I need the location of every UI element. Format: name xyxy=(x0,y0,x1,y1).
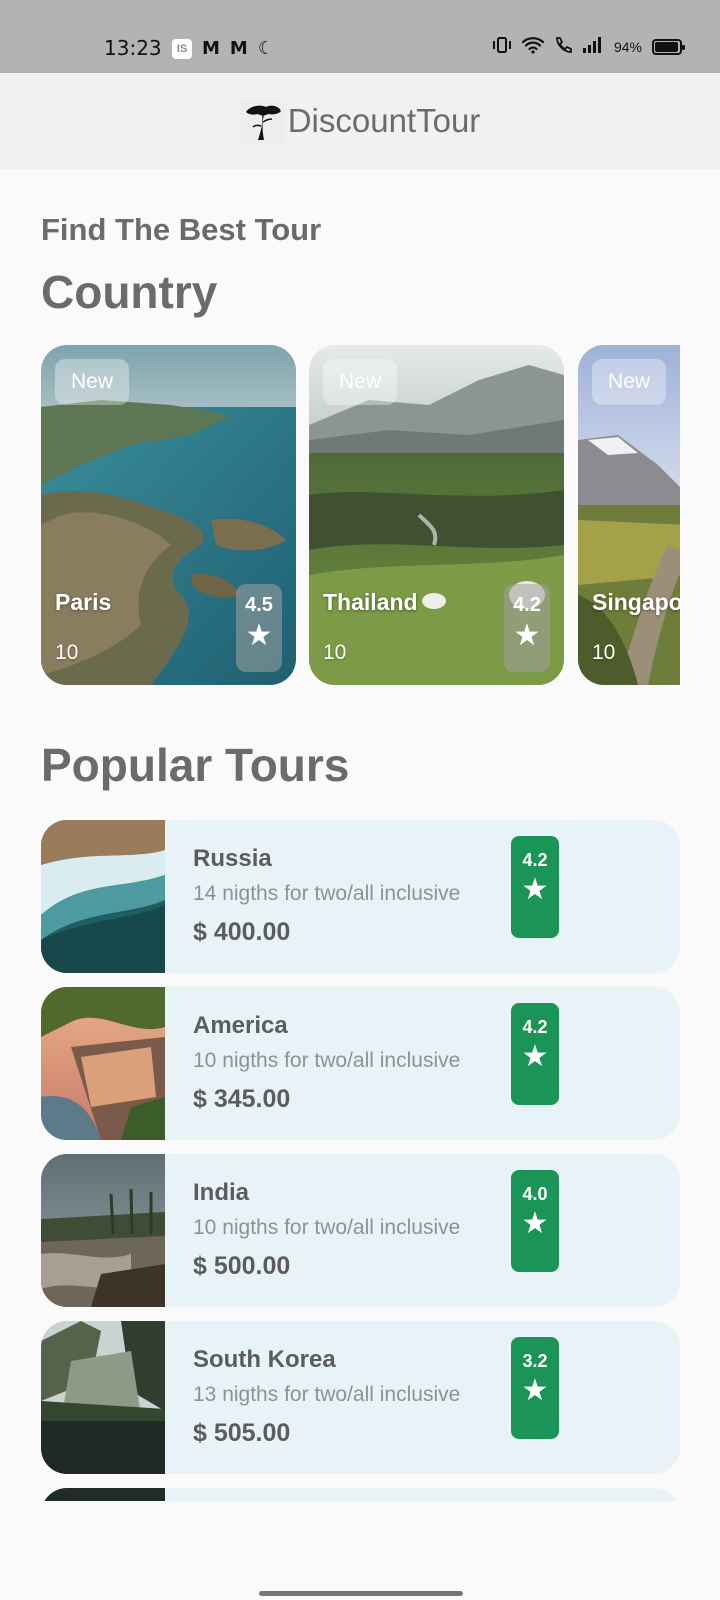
rating-value: 4.5 xyxy=(245,594,273,616)
country-name: Paris xyxy=(55,589,112,615)
gmail-notification-icon: M xyxy=(229,38,248,59)
country-card-paris[interactable]: New Paris 10 4.5 ★ xyxy=(41,345,296,685)
tour-price: $ 500.00 xyxy=(193,1252,291,1280)
page-subtitle: Find The Best Tour xyxy=(41,212,322,247)
status-time: 13:23 xyxy=(104,36,162,60)
tour-name: America xyxy=(193,1012,288,1039)
moon-notification-icon: ☾ xyxy=(257,38,274,59)
beach-waves-photo xyxy=(41,820,165,973)
country-count: 10 xyxy=(592,641,616,664)
home-indicator[interactable] xyxy=(259,1591,463,1596)
app-bar: DiscountTour xyxy=(0,73,720,169)
vibrate-icon xyxy=(492,36,512,57)
star-icon: ★ xyxy=(521,1040,549,1073)
tour-name: Russia xyxy=(193,845,272,872)
country-heading: Country xyxy=(41,266,218,318)
country-card-singapore[interactable]: New Singapore 10 xyxy=(578,345,680,685)
country-name: Singapore xyxy=(592,589,680,615)
star-icon: ★ xyxy=(245,619,273,652)
tour-rating-badge: 4.2 ★ xyxy=(511,836,559,938)
mail-notification-icon: M xyxy=(202,38,220,59)
star-icon: ★ xyxy=(521,1207,549,1240)
new-tag: New xyxy=(323,359,397,405)
tour-description: 14 nigths for two/all inclusive xyxy=(193,882,461,905)
rating-value: 4.0 xyxy=(522,1184,548,1204)
tree-logo-icon xyxy=(239,98,286,144)
popular-tours-list[interactable]: Russia 14 nigths for two/all inclusive $… xyxy=(41,820,680,1501)
battery-icon xyxy=(652,38,685,55)
country-count: 10 xyxy=(323,641,347,664)
tour-name: India xyxy=(193,1179,250,1206)
battery-percent: 94% xyxy=(613,38,642,55)
country-rating: 4.5 ★ xyxy=(236,584,282,672)
rating-value: 4.2 xyxy=(522,1017,548,1037)
app-notification-icon: IS xyxy=(172,38,192,59)
country-card-thailand[interactable]: New Thailand 10 4.2 ★ xyxy=(309,345,564,685)
country-name: Thailand xyxy=(323,589,418,615)
country-count: 10 xyxy=(55,641,79,664)
tour-price: $ 505.00 xyxy=(193,1419,291,1447)
country-carousel[interactable]: New Paris 10 4.5 ★ New Thailand 10 4.2 ★… xyxy=(41,345,680,685)
palm-beach-photo xyxy=(41,1154,165,1307)
system-status-icons: 94% xyxy=(492,36,685,57)
star-icon: ★ xyxy=(513,619,541,652)
partial-photo xyxy=(41,1488,165,1501)
tour-name: South Korea xyxy=(193,1346,336,1373)
new-tag: New xyxy=(55,359,129,405)
mountain-lake-photo xyxy=(41,1321,165,1474)
tour-card-india[interactable]: India 10 nigths for two/all inclusive $ … xyxy=(41,1154,680,1307)
popular-tours-heading: Popular Tours xyxy=(41,739,350,791)
tour-rating-badge: 4.0 ★ xyxy=(511,1170,559,1272)
tour-description: 10 nigths for two/all inclusive xyxy=(193,1216,461,1239)
tour-rating-badge: 4.2 ★ xyxy=(511,1003,559,1105)
signal-icon xyxy=(582,36,604,57)
star-icon: ★ xyxy=(521,1374,549,1407)
rating-value: 3.2 xyxy=(522,1351,548,1371)
tour-description: 10 nigths for two/all inclusive xyxy=(193,1049,461,1072)
call-icon xyxy=(554,36,572,57)
country-rating: 4.2 ★ xyxy=(504,584,550,672)
rating-value: 4.2 xyxy=(522,850,548,870)
tour-card-partial[interactable] xyxy=(41,1488,680,1501)
status-bar: 13:23 IS M M ☾ 94% xyxy=(0,0,720,73)
tour-price: $ 400.00 xyxy=(193,918,291,946)
coastal-village-photo xyxy=(41,987,165,1140)
tour-card-south-korea[interactable]: South Korea 13 nigths for two/all inclus… xyxy=(41,1321,680,1474)
new-tag: New xyxy=(592,359,666,405)
star-icon: ★ xyxy=(521,873,549,906)
tour-rating-badge: 3.2 ★ xyxy=(511,1337,559,1439)
tour-description: 13 nigths for two/all inclusive xyxy=(193,1383,461,1406)
tour-card-america[interactable]: America 10 nigths for two/all inclusive … xyxy=(41,987,680,1140)
notification-icons: IS M M ☾ xyxy=(172,38,274,59)
tour-price: $ 345.00 xyxy=(193,1085,291,1113)
rating-value: 4.2 xyxy=(513,594,541,616)
wifi-icon xyxy=(521,36,545,57)
tour-card-russia[interactable]: Russia 14 nigths for two/all inclusive $… xyxy=(41,820,680,973)
app-title: DiscountTour xyxy=(287,102,481,139)
